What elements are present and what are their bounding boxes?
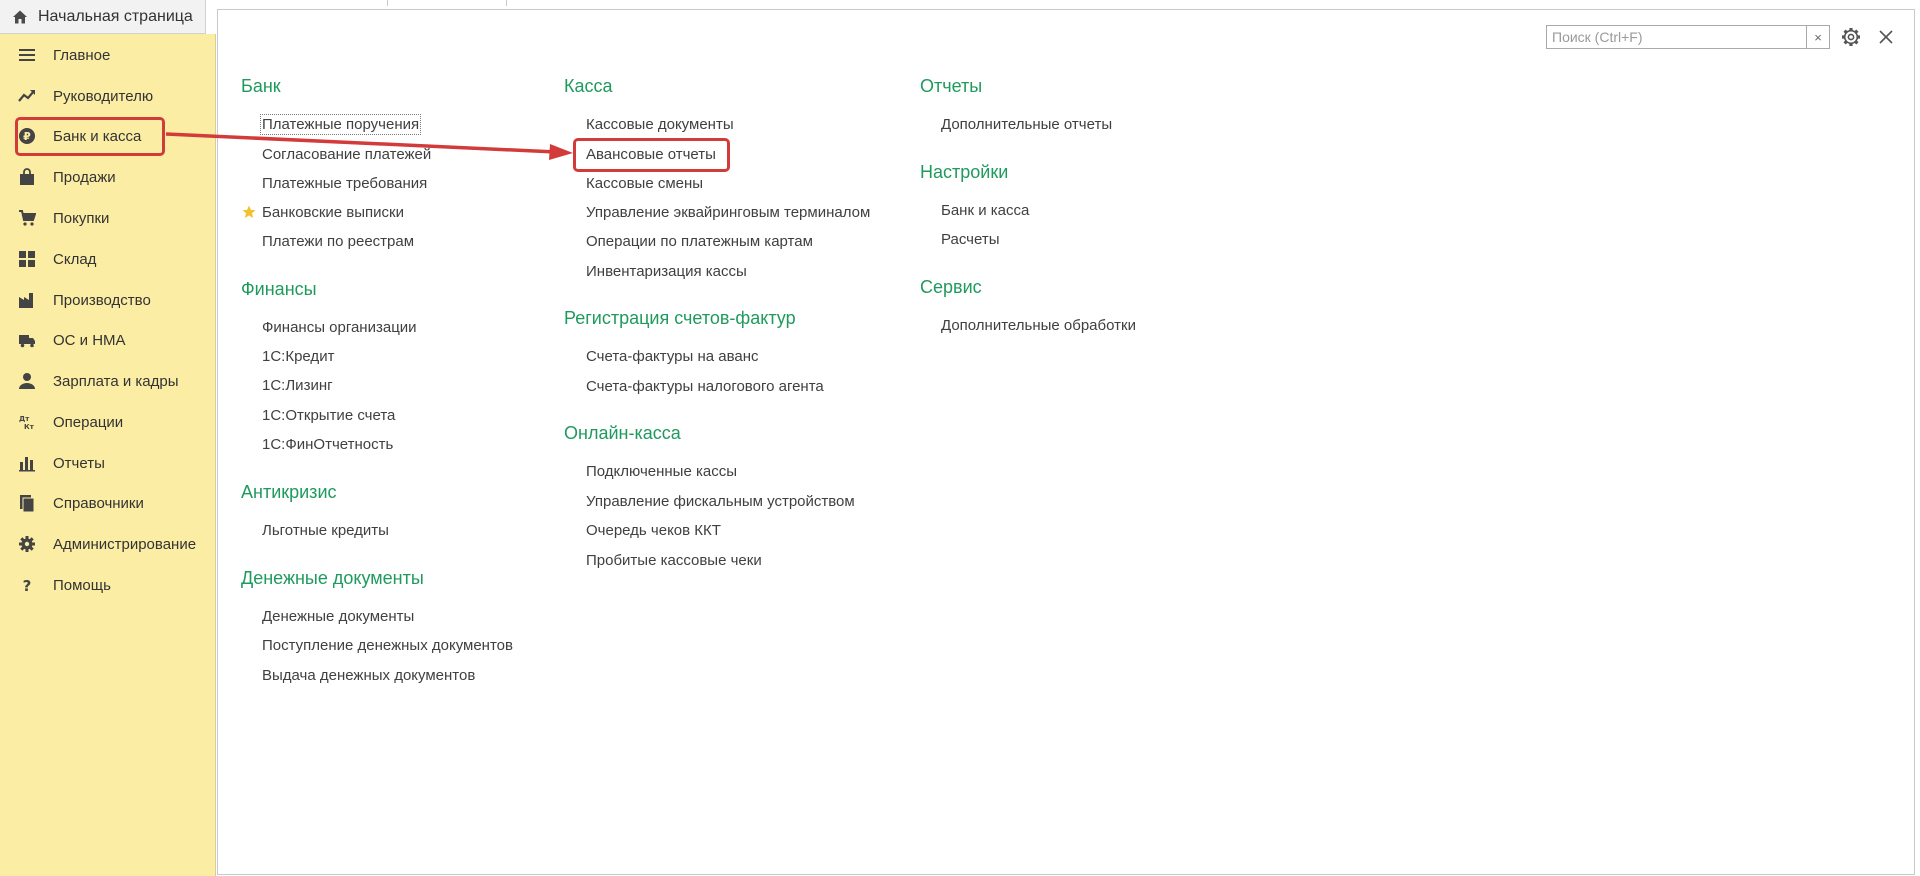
link-payment-requests[interactable]: Платежные требования (262, 175, 427, 192)
section-title-money-documents: Денежные документы (241, 568, 424, 588)
svg-text:Дт: Дт (19, 415, 30, 423)
section-title-online-kassa: Онлайн-касса (564, 423, 681, 443)
sidebar-item-label: Администрирование (53, 535, 197, 553)
sidebar-item-label: Помощь (53, 576, 111, 594)
sidebar-item-production[interactable]: Производство (0, 282, 216, 318)
home-icon (13, 10, 27, 23)
sidebar-item-label: Склад (53, 250, 97, 268)
section-title-reports: Отчеты (920, 76, 983, 96)
home-tab[interactable]: Начальная страница (0, 0, 206, 34)
question-icon: ? (18, 576, 36, 594)
section-title-kassa: Касса (564, 76, 613, 96)
sidebar-item-administration[interactable]: Администрирование (0, 526, 216, 562)
favorite-star-icon[interactable] (242, 205, 256, 219)
sidebar: Главное Руководителю ₽ Банк и касса Прод… (0, 34, 216, 876)
link-money-docs-receipt[interactable]: Поступление денежных документов (262, 637, 513, 654)
link-org-finance[interactable]: Финансы организации (262, 319, 417, 336)
link-settings-settlements[interactable]: Расчеты (941, 231, 1000, 248)
link-connected-kassas[interactable]: Подключенные кассы (586, 463, 737, 480)
svg-text:?: ? (23, 577, 32, 594)
link-acquiring-terminal[interactable]: Управление эквайринговым терминалом (586, 204, 870, 221)
trend-up-icon (18, 87, 36, 105)
sidebar-item-help[interactable]: ? Помощь (0, 567, 216, 603)
sidebar-item-purchases[interactable]: Покупки (0, 200, 216, 236)
section-title-invoices: Регистрация счетов-фактур (564, 308, 796, 328)
sidebar-item-reports[interactable]: Отчеты (0, 445, 216, 481)
tab-separator (506, 0, 507, 6)
sidebar-highlight-frame (15, 117, 165, 156)
link-1c-account-opening[interactable]: 1С:Открытие счета (262, 407, 395, 424)
link-card-operations[interactable]: Операции по платежным картам (586, 233, 813, 250)
sidebar-item-main[interactable]: Главное (0, 37, 216, 73)
sidebar-item-label: ОС и НМА (53, 331, 126, 349)
sidebar-item-operations[interactable]: Дт Кт Операции (0, 404, 216, 440)
section-title-bank: Банк (241, 76, 281, 96)
link-money-docs-issue[interactable]: Выдача денежных документов (262, 667, 475, 684)
svg-text:Кт: Кт (24, 423, 35, 431)
truck-icon (18, 331, 36, 349)
factory-icon (18, 291, 36, 309)
close-icon[interactable] (1877, 28, 1895, 46)
link-highlight-frame (573, 138, 730, 172)
sidebar-item-directories[interactable]: Справочники (0, 485, 216, 521)
sidebar-item-label: Операции (53, 413, 124, 431)
sidebar-item-label: Производство (53, 291, 151, 309)
bar-chart-icon (18, 454, 36, 472)
person-icon (18, 372, 36, 390)
link-1c-credit[interactable]: 1С:Кредит (262, 348, 334, 365)
link-additional-reports[interactable]: Дополнительные отчеты (941, 116, 1112, 133)
home-tab-label: Начальная страница (38, 7, 193, 25)
link-payment-approval[interactable]: Согласование платежей (262, 146, 431, 163)
sidebar-item-label: Покупки (53, 209, 110, 227)
link-payment-orders[interactable]: Платежные поручения (259, 114, 422, 135)
section-panel (217, 9, 1915, 875)
link-cash-shifts[interactable]: Кассовые смены (586, 175, 703, 192)
link-kkt-queue[interactable]: Очередь чеков ККТ (586, 522, 721, 539)
shopping-bag-icon (18, 168, 36, 186)
link-fiscal-device[interactable]: Управление фискальным устройством (586, 493, 855, 510)
sidebar-item-salary-hr[interactable]: Зарплата и кадры (0, 363, 216, 399)
link-preferential-loans[interactable]: Льготные кредиты (262, 522, 389, 539)
grid-blocks-icon (18, 250, 36, 268)
link-bank-statements[interactable]: Банковские выписки (262, 204, 404, 221)
sidebar-item-manager[interactable]: Руководителю (0, 78, 216, 114)
sidebar-item-label: Зарплата и кадры (53, 372, 179, 390)
list-icon (18, 46, 36, 64)
section-title-finance: Финансы (241, 279, 317, 299)
search-clear-button[interactable]: × (1807, 25, 1830, 49)
link-additional-processing[interactable]: Дополнительные обработки (941, 317, 1136, 334)
link-cash-documents[interactable]: Кассовые документы (586, 116, 734, 133)
settings-gear-icon[interactable] (1840, 26, 1862, 48)
sidebar-item-warehouse[interactable]: Склад (0, 241, 216, 277)
sidebar-item-label: Справочники (53, 494, 144, 512)
section-title-settings: Настройки (920, 162, 1009, 182)
search-input[interactable] (1546, 25, 1807, 49)
link-cash-inventory[interactable]: Инвентаризация кассы (586, 263, 747, 280)
dt-kt-icon: Дт Кт (18, 413, 36, 431)
link-issued-receipts[interactable]: Пробитые кассовые чеки (586, 552, 762, 569)
link-settings-bank-cash[interactable]: Банк и касса (941, 202, 1029, 219)
sidebar-item-label: Главное (53, 46, 111, 64)
cart-icon (18, 209, 36, 227)
section-title-anticrisis: Антикризис (241, 482, 337, 502)
gear-icon (18, 535, 36, 553)
sidebar-item-label: Продажи (53, 168, 116, 186)
section-title-service: Сервис (920, 277, 982, 297)
sidebar-item-fixed-assets[interactable]: ОС и НМА (0, 322, 216, 358)
link-tax-agent-invoices[interactable]: Счета-фактуры налогового агента (586, 378, 824, 395)
sidebar-item-sales[interactable]: Продажи (0, 159, 216, 195)
sidebar-item-label: Руководителю (53, 87, 154, 105)
link-advance-invoices[interactable]: Счета-фактуры на аванс (586, 348, 759, 365)
link-1c-fin-reporting[interactable]: 1С:ФинОтчетность (262, 436, 393, 453)
books-icon (18, 494, 36, 512)
link-registry-payments[interactable]: Платежи по реестрам (262, 233, 414, 250)
tab-separator (387, 0, 388, 6)
sidebar-item-label: Отчеты (53, 454, 105, 472)
link-money-documents[interactable]: Денежные документы (262, 608, 414, 625)
link-1c-leasing[interactable]: 1С:Лизинг (262, 377, 333, 394)
